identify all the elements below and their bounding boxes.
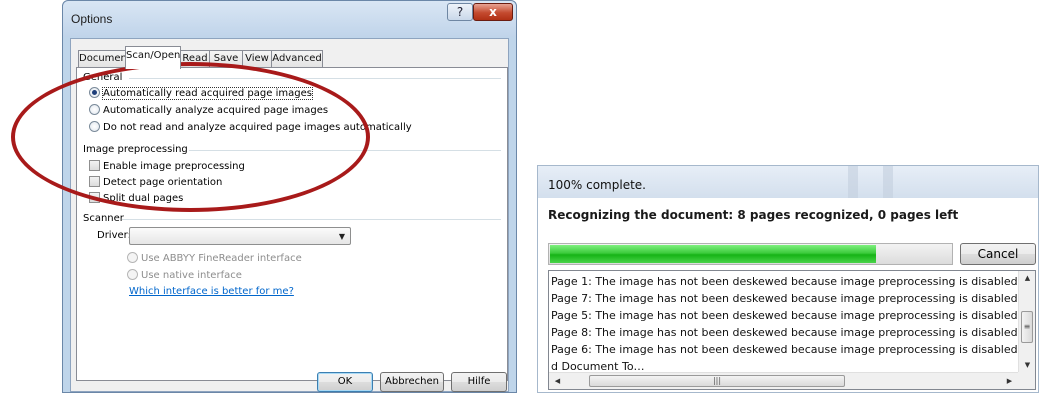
progress-heading: Recognizing the document: 8 pages recogn… [548, 208, 959, 222]
radio-selected-icon[interactable] [89, 87, 100, 98]
tab-read[interactable]: Read [180, 50, 210, 68]
radio-do-not-read[interactable]: Do not read and analyze acquired page im… [89, 121, 412, 133]
log-lines: Page 1: The image has not been deskewed … [551, 273, 1018, 375]
preprocessing-group-label: Image preprocessing [83, 144, 188, 155]
tab-document[interactable]: Document [78, 50, 131, 68]
scroll-right-icon[interactable]: ▶ [1001, 377, 1018, 385]
tab-advanced[interactable]: Advanced [271, 50, 323, 68]
log-line: Page 1: The image has not been deskewed … [551, 275, 1018, 288]
horizontal-scroll-thumb[interactable]: ||| [589, 375, 845, 387]
progress-title: 100% complete. [548, 178, 646, 192]
radio-icon [127, 252, 138, 263]
checkbox-detect-orientation[interactable]: Detect page orientation [89, 176, 222, 188]
radio-icon [127, 269, 138, 280]
help-icon[interactable]: ? [447, 3, 473, 21]
options-client-area: Document Scan/Open Read Save View Advanc… [70, 38, 509, 392]
scan-open-panel: General Automatically read acquired page… [76, 67, 508, 381]
scanner-divider [122, 219, 501, 220]
horizontal-scrollbar[interactable]: ◀ ||| ▶ [549, 372, 1018, 389]
radio-abbyy-interface: Use ABBYY FineReader interface [127, 252, 302, 264]
close-icon[interactable]: x [473, 3, 513, 21]
progress-titlebar: 100% complete. [538, 166, 1038, 198]
background-artifact [883, 166, 893, 198]
radio-native-interface: Use native interface [127, 269, 242, 281]
cancel-recognition-button[interactable]: Cancel [960, 243, 1036, 265]
checkbox-icon[interactable] [89, 176, 100, 187]
background-artifact [848, 166, 858, 198]
scroll-left-icon[interactable]: ◀ [549, 377, 566, 385]
checkbox-split-dual-pages[interactable]: Split dual pages [89, 192, 183, 204]
radio-auto-read[interactable]: Automatically read acquired page images [89, 87, 313, 100]
log-line: Page 7: The image has not been deskewed … [551, 292, 1018, 305]
vertical-scroll-thumb[interactable]: ≡ [1021, 311, 1033, 343]
driver-label: Driver: [97, 230, 131, 241]
general-divider [129, 78, 501, 79]
cancel-button[interactable]: Abbrechen [380, 372, 444, 392]
radio-icon[interactable] [89, 121, 100, 132]
options-title: Options [71, 12, 113, 26]
progress-bar-fill [550, 245, 877, 263]
vertical-scrollbar[interactable]: ▲ ≡ ▼ [1018, 271, 1035, 372]
options-dialog: Options ? x Document Scan/Open Read Save… [62, 0, 517, 393]
ok-button[interactable]: OK [317, 372, 373, 392]
tab-save[interactable]: Save [209, 50, 243, 68]
scroll-up-icon[interactable]: ▲ [1019, 274, 1035, 282]
log-line: Page 8: The image has not been deskewed … [551, 326, 1018, 339]
scroll-corner [1018, 372, 1035, 389]
radio-icon[interactable] [89, 104, 100, 115]
checkbox-enable-preprocessing[interactable]: Enable image preprocessing [89, 160, 245, 172]
progress-dialog: 100% complete. Recognizing the document:… [537, 165, 1039, 393]
checkbox-icon[interactable] [89, 192, 100, 203]
chevron-down-icon[interactable]: ▼ [339, 232, 345, 241]
radio-auto-analyze[interactable]: Automatically analyze acquired page imag… [89, 104, 328, 116]
log-line: Page 5: The image has not been deskewed … [551, 309, 1018, 322]
tab-view[interactable]: View [242, 50, 272, 68]
scroll-down-icon[interactable]: ▼ [1019, 361, 1035, 369]
general-group-label: General [83, 72, 123, 83]
log-line: Page 6: The image has not been deskewed … [551, 343, 1018, 356]
preprocessing-divider [189, 150, 501, 151]
options-titlebar: Options ? x [63, 1, 516, 37]
scanner-group-label: Scanner [83, 213, 124, 224]
tab-scan-open[interactable]: Scan/Open [125, 46, 181, 69]
driver-select[interactable]: ▼ [129, 227, 351, 245]
message-log[interactable]: Page 1: The image has not been deskewed … [548, 270, 1036, 390]
help-button[interactable]: Hilfe [451, 372, 507, 392]
checkbox-icon[interactable] [89, 160, 100, 171]
progress-bar [548, 243, 953, 265]
interface-help-link[interactable]: Which interface is better for me? [129, 286, 294, 297]
